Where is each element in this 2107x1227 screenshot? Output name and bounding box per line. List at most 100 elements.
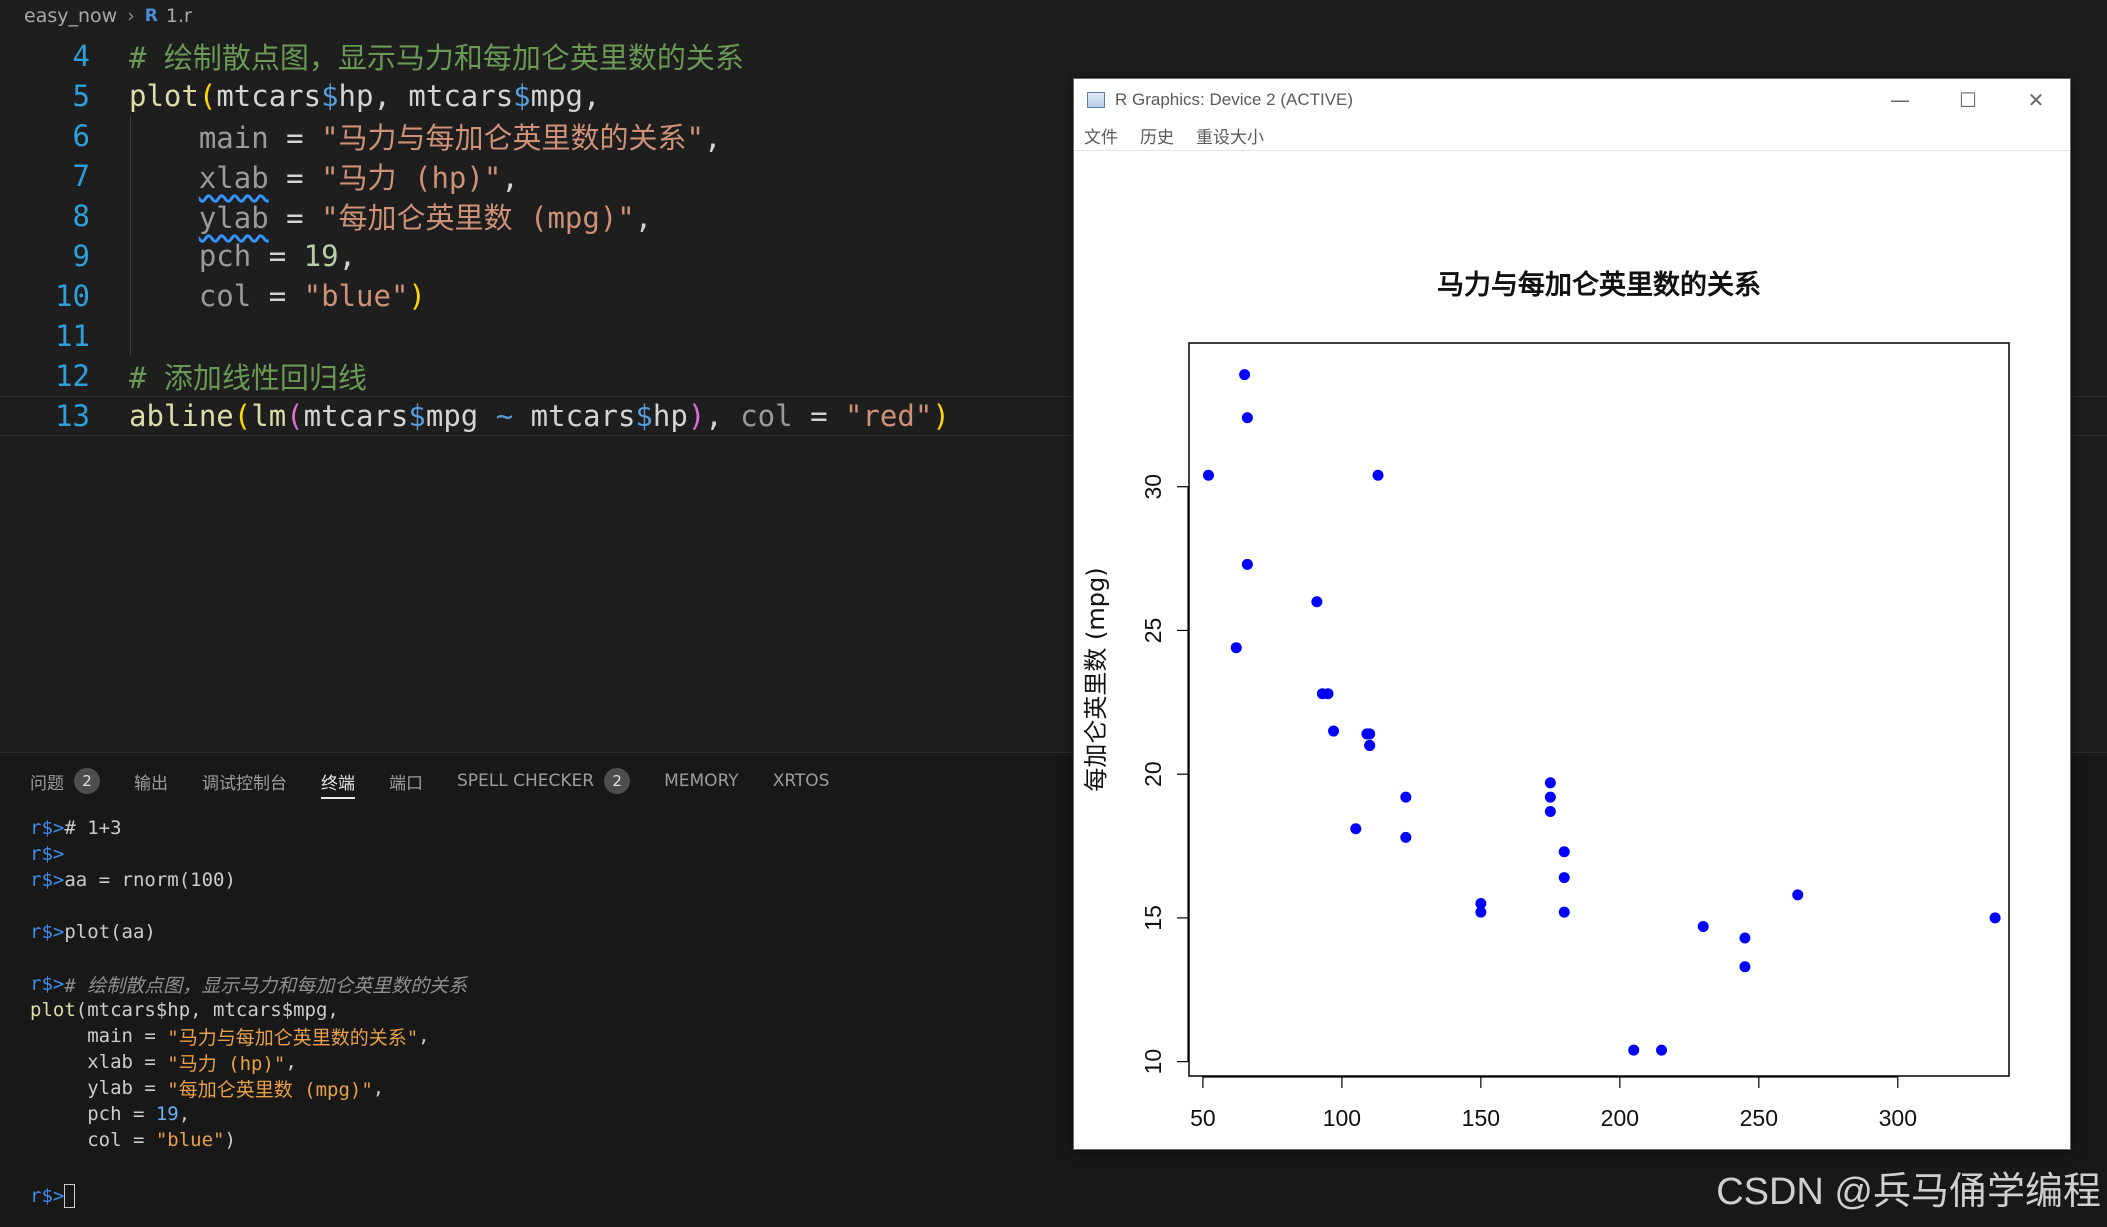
tab-label: 问题 xyxy=(30,773,64,794)
tab-spell-checker[interactable]: SPELL CHECKER 2 xyxy=(457,753,631,809)
data-point xyxy=(1364,739,1376,751)
y-tick-label: 15 xyxy=(1140,905,1166,931)
tab-memory[interactable]: MEMORY xyxy=(664,753,739,809)
code-token: pch xyxy=(198,239,252,273)
terminal-prompt: r$> xyxy=(30,921,65,943)
data-point xyxy=(1697,921,1709,933)
line-number: 12 xyxy=(55,359,90,393)
line-number: 5 xyxy=(72,79,90,113)
line-number: 9 xyxy=(72,239,90,273)
code-token: = xyxy=(286,161,304,195)
code-token: "blue" xyxy=(303,279,409,313)
code-line-4[interactable]: 4 # 绘制散点图，显示马力和每加仑英里数的关系 xyxy=(0,36,2107,76)
tab-label: 端口 xyxy=(389,773,423,794)
code-token: , xyxy=(501,161,519,195)
tab-label: 输出 xyxy=(134,773,168,794)
code-token: ~ xyxy=(495,399,514,433)
maximize-icon[interactable]: ☐ xyxy=(1934,79,2002,121)
data-point xyxy=(1241,558,1253,570)
terminal-line: r$> aa = rnorm(100) xyxy=(30,867,467,893)
terminal-text: "马力与每加仑英里数的关系" xyxy=(167,1026,419,1049)
tab-problems[interactable]: 问题 2 xyxy=(30,753,100,809)
tab-xrtos[interactable]: XRTOS xyxy=(773,753,830,809)
terminal-prompt: r$> xyxy=(30,1185,65,1207)
code-token: hp xyxy=(652,399,688,433)
terminal-text: (mtcars$hp, mtcars$mpg, xyxy=(75,999,339,1021)
tab-label: 调试控制台 xyxy=(202,773,287,794)
terminal-prompt: r$> xyxy=(30,973,65,995)
terminal-output[interactable]: r$> # 1+3 r$> r$> aa = rnorm(100) r$> pl… xyxy=(30,815,467,1209)
code-token: $ xyxy=(408,399,426,433)
close-icon[interactable]: ✕ xyxy=(2002,79,2070,121)
data-point xyxy=(1544,791,1556,803)
data-point xyxy=(1328,725,1340,737)
terminal-text: # 1+3 xyxy=(64,817,122,839)
data-point xyxy=(1230,642,1242,654)
terminal-input-line[interactable]: r$> xyxy=(30,1183,467,1209)
code-token: $ xyxy=(513,79,531,113)
breadcrumb-folder[interactable]: easy_now xyxy=(24,5,117,27)
data-point xyxy=(1739,961,1751,973)
code-token: mtcars xyxy=(408,79,514,113)
terminal-text: 19 xyxy=(155,1103,179,1125)
plot-frame xyxy=(1188,342,2010,1077)
data-point xyxy=(1350,823,1362,835)
tab-debug-console[interactable]: 调试控制台 xyxy=(202,753,287,809)
terminal-prompt: r$> xyxy=(30,869,65,891)
code-token: mtcars xyxy=(303,399,409,433)
terminal-text: "每加仑英里数 (mpg)" xyxy=(167,1078,373,1101)
code-token: col xyxy=(198,279,252,313)
minimize-icon[interactable]: — xyxy=(1866,79,1934,121)
window-title-bar[interactable]: R Graphics: Device 2 (ACTIVE) — ☐ ✕ xyxy=(1074,79,2070,121)
code-token: abline xyxy=(129,399,234,433)
r-graphics-window[interactable]: R Graphics: Device 2 (ACTIVE) — ☐ ✕ 文件 历… xyxy=(1073,78,2071,1150)
data-point xyxy=(1989,912,2001,924)
terminal-text: , xyxy=(372,1077,385,1099)
tab-output[interactable]: 输出 xyxy=(134,753,168,809)
data-point xyxy=(1544,777,1556,789)
terminal-prompt: r$> xyxy=(30,843,65,865)
r-graphics-app-icon xyxy=(1087,92,1105,108)
terminal-text: "马力 (hp)" xyxy=(167,1052,286,1075)
breadcrumb-file[interactable]: 1.r xyxy=(166,5,192,27)
window-menu-bar: 文件 历史 重设大小 xyxy=(1074,121,2070,151)
terminal-prompt: r$> xyxy=(30,817,65,839)
x-tick-label: 250 xyxy=(1740,1105,1778,1131)
terminal-line: r$> xyxy=(30,841,467,867)
x-tick-label: 300 xyxy=(1879,1105,1917,1131)
data-point xyxy=(1241,412,1253,424)
terminal-line: pch = 19, xyxy=(30,1101,467,1127)
menu-history[interactable]: 历史 xyxy=(1140,123,1174,148)
data-point xyxy=(1361,728,1373,740)
tab-terminal[interactable]: 终端 xyxy=(321,753,355,809)
panel-tabs: 问题 2 输出 调试控制台 终端 端口 SPELL CHECKER 2 MEMORY… xyxy=(0,753,863,809)
data-point xyxy=(1544,806,1556,818)
data-point xyxy=(1400,791,1412,803)
problems-count-badge: 2 xyxy=(74,768,100,794)
tab-ports[interactable]: 端口 xyxy=(389,753,423,809)
line-number: 6 xyxy=(72,119,90,153)
terminal-text: aa = rnorm(100) xyxy=(64,869,236,891)
data-point xyxy=(1475,906,1487,918)
menu-resize[interactable]: 重设大小 xyxy=(1196,123,1264,148)
x-tick-label: 100 xyxy=(1323,1105,1361,1131)
code-token: "马力与每加仑英里数的关系" xyxy=(321,121,705,155)
code-token: , xyxy=(634,201,653,235)
code-token: mpg xyxy=(425,399,479,433)
terminal-line: ylab = "每加仑英里数 (mpg)", xyxy=(30,1075,467,1101)
terminal-text: col = xyxy=(30,1129,156,1151)
data-point xyxy=(1202,469,1214,481)
data-point xyxy=(1311,596,1323,608)
menu-file[interactable]: 文件 xyxy=(1084,123,1118,148)
code-token: hp xyxy=(338,79,374,113)
terminal-line: r$> # 绘制散点图，显示马力和每加仑英里数的关系 xyxy=(30,971,467,997)
code-token: , xyxy=(704,121,722,155)
code-token: mpg xyxy=(530,79,584,113)
data-point xyxy=(1322,688,1334,700)
chevron-right-icon: › xyxy=(127,5,135,27)
x-tick-label: 150 xyxy=(1462,1105,1500,1131)
y-tick-label: 25 xyxy=(1140,618,1166,644)
